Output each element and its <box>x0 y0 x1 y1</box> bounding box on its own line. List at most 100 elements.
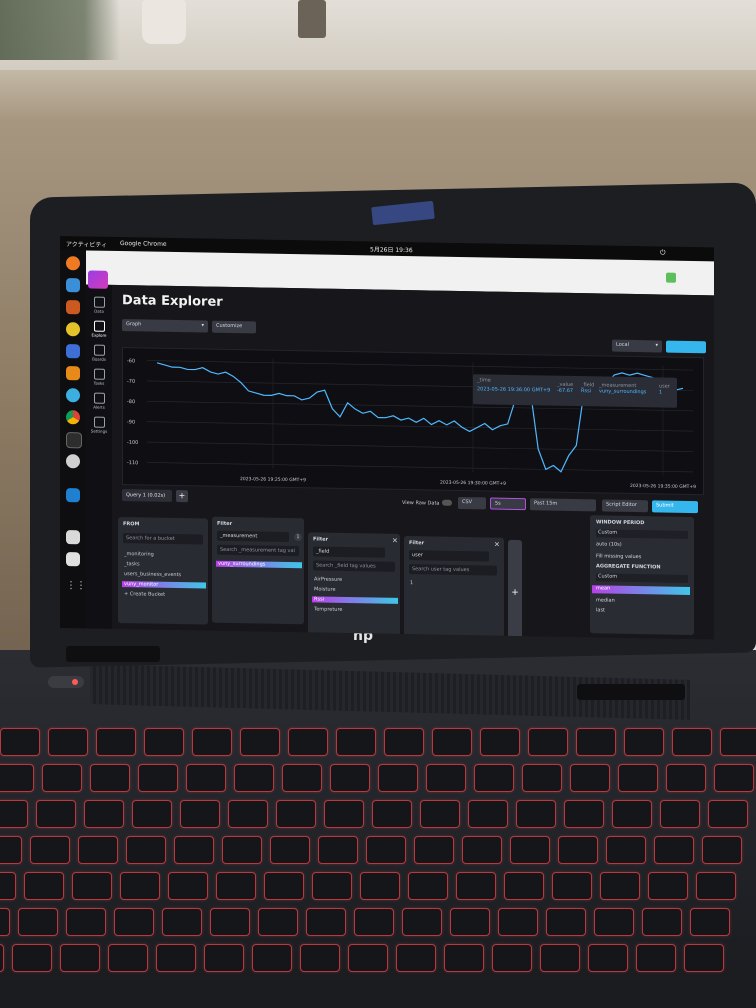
keyboard-key[interactable] <box>570 764 610 792</box>
keyboard-key[interactable] <box>396 944 436 972</box>
keyboard-key[interactable] <box>0 836 22 864</box>
fill-missing-checkbox[interactable]: Fill missing values <box>596 553 641 560</box>
bucket-item-selected[interactable]: vuny_monitor <box>122 581 206 589</box>
keyboard-key[interactable] <box>36 800 76 828</box>
bucket-item[interactable]: _tasks <box>124 561 140 567</box>
keyboard-key[interactable] <box>132 800 172 828</box>
keyboard-key[interactable] <box>636 944 676 972</box>
keyboard-key[interactable] <box>432 728 472 756</box>
keyboard-key[interactable] <box>618 764 658 792</box>
keyboard-key[interactable] <box>222 836 262 864</box>
keyboard-key[interactable] <box>426 764 466 792</box>
script-editor-button[interactable]: Script Editor <box>602 499 648 513</box>
keyboard-key[interactable] <box>0 908 10 936</box>
mail-icon[interactable] <box>66 278 80 293</box>
bucket-item[interactable]: _monitoring <box>124 551 154 558</box>
submit-button[interactable]: Submit <box>652 500 698 514</box>
keyboard-key[interactable] <box>366 836 406 864</box>
customize-button[interactable]: Customize <box>212 320 256 334</box>
keyboard-key[interactable] <box>288 728 328 756</box>
keyboard-key[interactable] <box>330 764 370 792</box>
filter-item[interactable]: Moisture <box>314 586 336 592</box>
nav-item-alerts[interactable]: Alerts <box>86 390 112 412</box>
keyboard-key[interactable] <box>624 728 664 756</box>
keyboard-key[interactable] <box>156 944 196 972</box>
keyboard-key[interactable] <box>276 800 316 828</box>
keyboard-key[interactable] <box>306 908 346 936</box>
keyboard-key[interactable] <box>162 908 202 936</box>
keyboard-key[interactable] <box>714 764 754 792</box>
keyboard-key[interactable] <box>96 728 136 756</box>
window-auto-option[interactable]: auto (10s) <box>596 541 622 547</box>
keyboard-key[interactable] <box>240 728 280 756</box>
keyboard-key[interactable] <box>552 872 592 900</box>
query-tab[interactable]: Query 1 (0.02s) <box>122 489 172 502</box>
keyboard-key[interactable] <box>12 944 52 972</box>
keyboard-key[interactable] <box>606 836 646 864</box>
keyboard-key[interactable] <box>318 836 358 864</box>
clock[interactable]: 5月26日 19:36 <box>370 244 413 254</box>
graph-type-dropdown[interactable]: Graph ▾ <box>122 319 208 333</box>
keyboard-key[interactable] <box>252 944 292 972</box>
nav-item-explore[interactable]: Explore <box>86 318 112 340</box>
filter-key-dropdown[interactable]: _field <box>313 546 385 558</box>
filter-key-dropdown[interactable]: _measurement <box>217 530 289 542</box>
view-raw-data-toggle[interactable] <box>442 499 452 506</box>
keyboard-key[interactable] <box>558 836 598 864</box>
help-icon[interactable] <box>66 388 80 403</box>
filter-key-dropdown[interactable]: user <box>409 550 489 562</box>
keyboard-key[interactable] <box>78 836 118 864</box>
create-bucket-link[interactable]: + Create Bucket <box>124 591 165 598</box>
keyboard-key[interactable] <box>672 728 712 756</box>
terminal-icon[interactable] <box>66 432 82 449</box>
refresh-button[interactable]: 5s <box>490 497 526 511</box>
keyboard-key[interactable] <box>186 764 226 792</box>
keyboard-key[interactable] <box>42 764 82 792</box>
power-button[interactable] <box>48 676 84 688</box>
keyboard-key[interactable] <box>408 872 448 900</box>
keyboard-key[interactable] <box>510 836 550 864</box>
keyboard-key[interactable] <box>420 800 460 828</box>
keyboard-key[interactable] <box>708 800 748 828</box>
nav-item-settings[interactable]: Settings <box>86 414 112 436</box>
keyboard-key[interactable] <box>384 728 424 756</box>
keyboard-key[interactable] <box>450 908 490 936</box>
keyboard-key[interactable] <box>0 872 16 900</box>
keyboard-key[interactable] <box>564 800 604 828</box>
keyboard-key[interactable] <box>684 944 724 972</box>
keyboard-key[interactable] <box>216 872 256 900</box>
keyboard-key[interactable] <box>0 728 40 756</box>
activities-label[interactable]: アクティビティ <box>66 239 107 249</box>
settings-icon[interactable] <box>66 454 80 469</box>
filter-item-selected[interactable]: vuny_surroundings <box>216 560 302 569</box>
keyboard-key[interactable] <box>114 908 154 936</box>
keyboard-key[interactable] <box>372 800 412 828</box>
save-as-button[interactable] <box>666 340 706 354</box>
vscode-icon[interactable] <box>66 488 80 503</box>
keyboard-key[interactable] <box>540 944 580 972</box>
keyboard-key[interactable] <box>696 872 736 900</box>
nav-item-boards[interactable]: Boards <box>86 342 112 364</box>
keyboard-key[interactable] <box>642 908 682 936</box>
keyboard-key[interactable] <box>720 728 756 756</box>
keyboard-key[interactable] <box>474 764 514 792</box>
keyboard-key[interactable] <box>654 836 694 864</box>
music-icon[interactable] <box>66 322 80 337</box>
extension-icon[interactable] <box>666 272 676 283</box>
keyboard-key[interactable] <box>414 836 454 864</box>
usb-drive-icon[interactable] <box>66 530 80 545</box>
files-icon[interactable] <box>66 300 80 315</box>
keyboard-key[interactable] <box>492 944 532 972</box>
keyboard-key[interactable] <box>0 800 28 828</box>
filter-item[interactable]: 1 <box>410 580 413 586</box>
filter-search-input[interactable]: Search user tag values <box>409 564 497 576</box>
keyboard-key[interactable] <box>234 764 274 792</box>
keyboard-key[interactable] <box>660 800 700 828</box>
keyboard-key[interactable] <box>270 836 310 864</box>
close-icon[interactable]: ✕ <box>392 537 398 545</box>
filter-item-selected[interactable]: Rssi <box>312 596 398 604</box>
keyboard-key[interactable] <box>522 764 562 792</box>
keyboard-key[interactable] <box>138 764 178 792</box>
app-grid-icon[interactable]: ⋮⋮ <box>66 580 86 594</box>
backlit-keyboard[interactable] <box>0 720 756 1008</box>
